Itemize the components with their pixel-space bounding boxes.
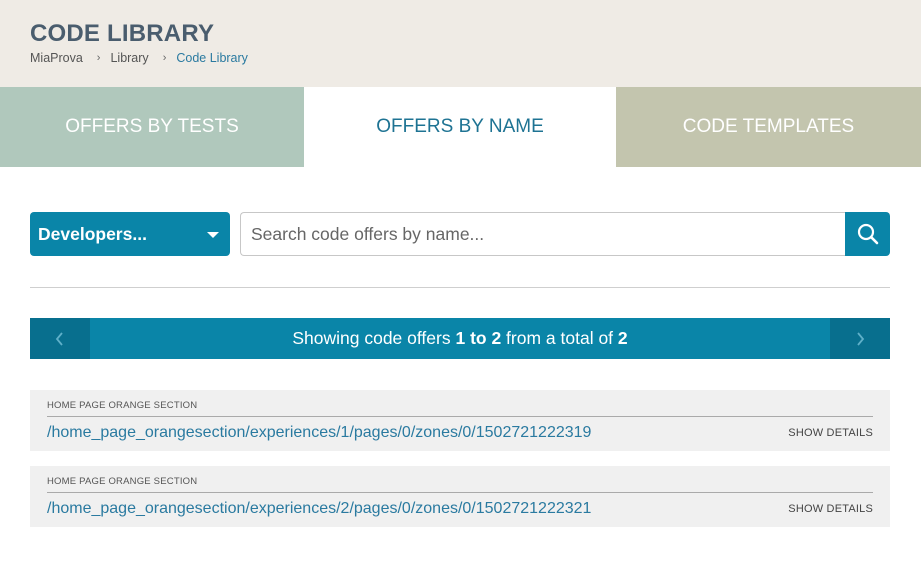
code-offer-item: HOME PAGE ORANGE SECTION /home_page_oran… — [30, 390, 890, 451]
breadcrumb-separator: › — [162, 52, 167, 64]
previous-page-button[interactable] — [30, 318, 90, 359]
offer-section-label: HOME PAGE ORANGE SECTION — [47, 400, 198, 411]
offer-path-link[interactable]: /home_page_orangesection/experiences/1/p… — [47, 424, 591, 442]
tab-offers-by-tests[interactable]: OFFERS BY TESTS — [0, 87, 304, 167]
page-header: CODE LIBRARY MiaProva › Library › Code L… — [0, 0, 921, 87]
search-button[interactable] — [845, 212, 890, 256]
developer-filter-dropdown[interactable]: Developers... — [30, 212, 230, 256]
offer-path-link[interactable]: /home_page_orangesection/experiences/2/p… — [47, 500, 591, 518]
results-range: 1 to 2 — [455, 328, 502, 348]
dropdown-selected-value: Developers... — [38, 223, 147, 244]
tab-code-templates[interactable]: CODE TEMPLATES — [616, 87, 921, 167]
divider — [30, 287, 890, 288]
search-bar — [240, 212, 890, 256]
offer-section-label: HOME PAGE ORANGE SECTION — [47, 476, 198, 487]
show-details-button[interactable]: SHOW DETAILS — [788, 427, 873, 439]
chevron-left-icon — [55, 331, 63, 346]
next-page-button[interactable] — [830, 318, 890, 359]
breadcrumb-separator: › — [96, 52, 101, 64]
breadcrumb-item-library[interactable]: Library — [110, 51, 148, 65]
caret-down-icon — [207, 232, 219, 238]
tab-offers-by-name[interactable]: OFFERS BY NAME — [304, 87, 616, 167]
breadcrumb: MiaProva › Library › Code Library — [30, 51, 248, 65]
offer-divider — [47, 492, 873, 493]
breadcrumb-item-miaprova[interactable]: MiaProva — [30, 51, 83, 65]
page-title: CODE LIBRARY — [30, 20, 215, 47]
search-input[interactable] — [240, 212, 847, 256]
results-pager: Showing code offers 1 to 2 from a total … — [30, 318, 890, 359]
chevron-right-icon — [857, 331, 865, 346]
results-summary: Showing code offers 1 to 2 from a total … — [292, 328, 628, 348]
offer-divider — [47, 416, 873, 417]
code-offer-item: HOME PAGE ORANGE SECTION /home_page_oran… — [30, 466, 890, 527]
tab-bar: OFFERS BY TESTS OFFERS BY NAME CODE TEMP… — [0, 87, 921, 167]
show-details-button[interactable]: SHOW DETAILS — [788, 503, 873, 515]
search-icon — [857, 223, 878, 245]
results-total: 2 — [617, 328, 628, 348]
breadcrumb-item-code-library[interactable]: Code Library — [176, 51, 248, 65]
